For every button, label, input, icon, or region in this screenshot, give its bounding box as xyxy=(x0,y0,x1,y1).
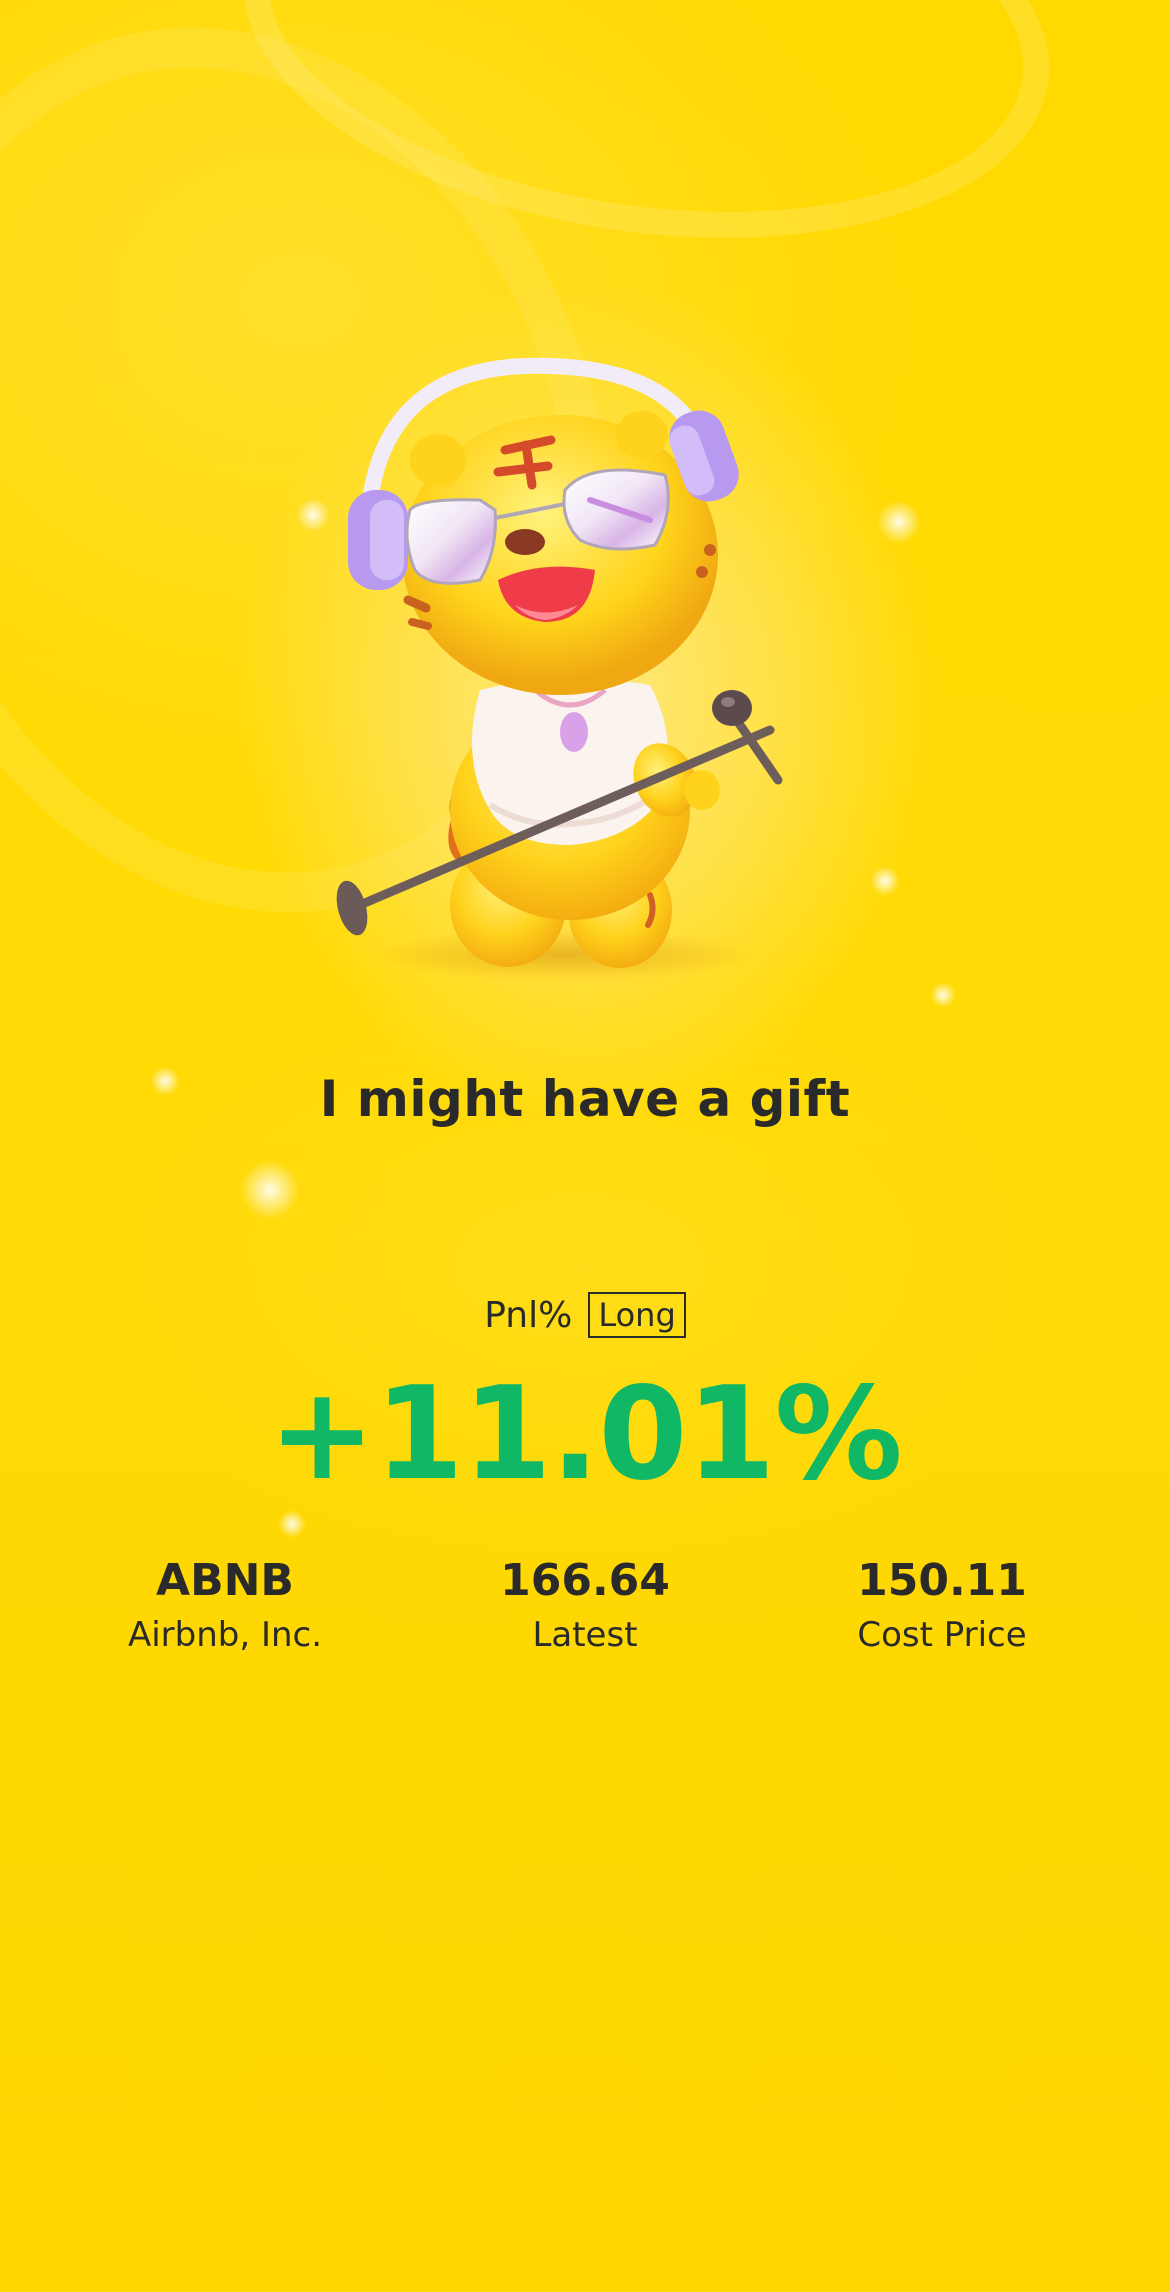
sparkle xyxy=(870,866,900,896)
sparkle xyxy=(240,1160,300,1220)
sparkle xyxy=(296,498,330,532)
stock-symbol: ABNB xyxy=(156,1555,294,1606)
position-side-badge: Long xyxy=(588,1292,686,1338)
company-name: Airbnb, Inc. xyxy=(127,1615,323,1655)
latest-price-value: 166.64 xyxy=(500,1555,670,1606)
sparkle xyxy=(930,982,956,1008)
stat-symbol: ABNB Airbnb, Inc. xyxy=(45,1552,405,1660)
background-swirl xyxy=(215,0,1077,287)
stat-cost: 150.11 Cost Price xyxy=(762,1552,1122,1660)
tagline: I might have a gift xyxy=(319,1070,851,1128)
pnl-percent-value: +11.01% xyxy=(268,1360,902,1509)
sparkle xyxy=(278,1510,306,1538)
share-card: I might have a gift Pnl% Long +11.01% AB… xyxy=(0,0,1170,2292)
tiger-mascot-icon xyxy=(330,350,830,990)
pnl-label: Pnl% xyxy=(484,1294,573,1336)
latest-price-label: Latest xyxy=(532,1615,638,1655)
cost-price-value: 150.11 xyxy=(857,1555,1027,1606)
cost-price-label: Cost Price xyxy=(857,1615,1027,1655)
stat-latest: 166.64 Latest xyxy=(405,1552,765,1660)
sparkle xyxy=(877,500,921,544)
pnl-header: Pnl% Long xyxy=(0,1292,1170,1338)
